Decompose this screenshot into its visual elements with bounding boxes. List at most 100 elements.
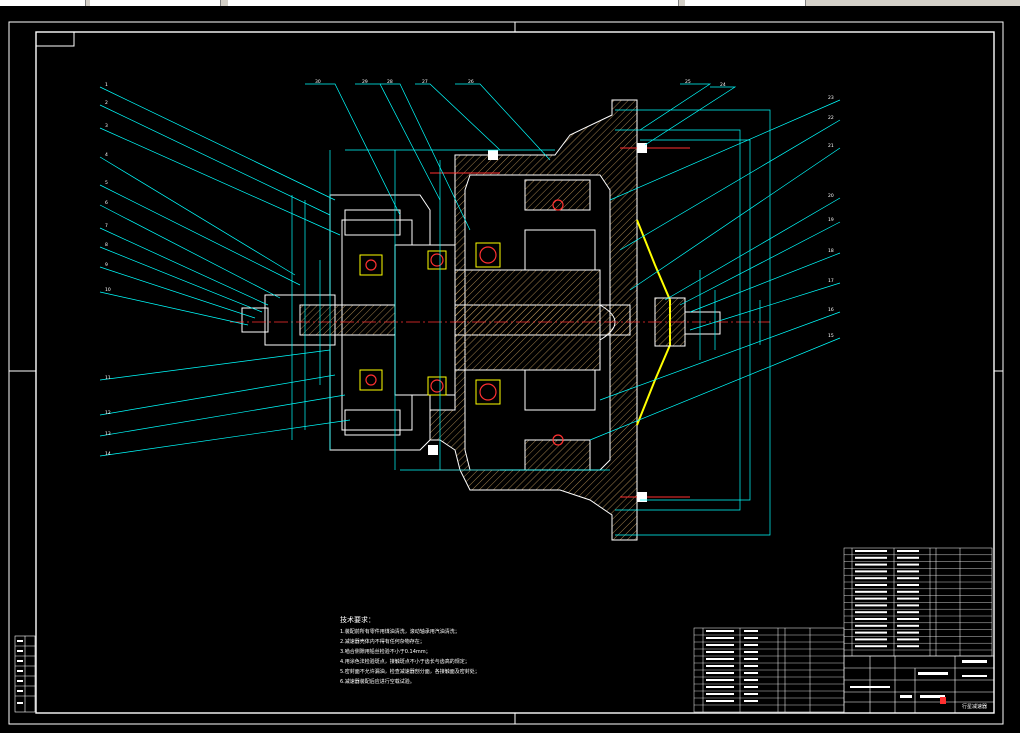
title-block-stamp [940, 697, 946, 704]
table-cell-text [855, 597, 887, 600]
svg-text:27: 27 [422, 79, 428, 85]
table-cell-text [855, 638, 887, 641]
table-cell-text [897, 631, 919, 634]
table-cell-text [744, 686, 758, 688]
table-cell-text [897, 570, 919, 573]
table-cell-text [706, 693, 734, 695]
table-cell-text [706, 637, 734, 639]
table-cell-text [855, 584, 887, 586]
table-cell-text [706, 686, 734, 688]
table-cell-text [897, 590, 919, 593]
table-cell-text [706, 644, 734, 646]
svg-text:3.啮合侧隙用铅丝检验不小于0.14mm；: 3.啮合侧隙用铅丝检验不小于0.14mm； [340, 648, 431, 655]
table-cell-text [855, 563, 887, 566]
svg-text:18: 18 [828, 248, 834, 254]
table-cell-text [855, 624, 887, 627]
svg-text:6: 6 [105, 200, 108, 206]
svg-text:29: 29 [362, 79, 368, 85]
technical-notes: 技术要求： 1.装配前所有零件用煤油清洗，滚动轴承用汽油清洗； 2.减速器壳体内… [340, 615, 480, 685]
cad-drawing[interactable]: 1 2 3 4 5 6 7 8 9 10 11 12 13 14 30 29 2… [0, 6, 1020, 733]
table-cell-text [897, 638, 919, 641]
svg-text:30: 30 [315, 79, 321, 85]
table-cell-text [744, 637, 758, 639]
table-cell-text [897, 550, 919, 552]
svg-text:13: 13 [105, 431, 111, 437]
assembly-section-view[interactable]: 1 2 3 4 5 6 7 8 9 10 11 12 13 14 30 29 2… [99, 79, 841, 541]
upper-planet-gear [524, 179, 591, 211]
svg-text:10: 10 [105, 287, 111, 293]
svg-text:4.用涂色法检验斑点，接触斑点不小于齿长与齿高的规定；: 4.用涂色法检验斑点，接触斑点不小于齿长与齿高的规定； [340, 658, 470, 665]
table-cell-text [744, 658, 758, 660]
input-shaft-end [241, 307, 269, 333]
planet-carrier [449, 269, 601, 371]
table-cell-text [855, 556, 887, 559]
table-cell-text [855, 604, 887, 607]
table-cell-text [706, 630, 734, 632]
table-cell-text [897, 645, 919, 648]
table-cell-text [897, 556, 919, 559]
table-cell-text [897, 584, 919, 586]
svg-text:3: 3 [105, 123, 108, 129]
table-cell-text [897, 563, 919, 566]
table-cell-text [855, 645, 887, 648]
left-column-marks [17, 640, 23, 704]
corner-code-box [35, 31, 75, 47]
parts-list-lower-rows [694, 630, 844, 706]
table-cell-text [855, 618, 887, 620]
table-cell-text [706, 679, 734, 681]
table-cell-text [897, 604, 919, 607]
table-cell-text [855, 577, 887, 580]
svg-text:17: 17 [828, 278, 834, 284]
table-cell-text [744, 700, 758, 702]
svg-text:2: 2 [105, 100, 108, 106]
table-cell-text [744, 644, 758, 646]
svg-text:12: 12 [105, 410, 111, 416]
part-numbers-right: 23 22 21 20 19 18 17 16 15 [828, 95, 834, 339]
svg-text:15: 15 [828, 333, 834, 339]
table-cell-text [855, 631, 887, 634]
svg-text:23: 23 [828, 95, 834, 101]
table-cell-text [855, 590, 887, 593]
table-cell-text [897, 611, 919, 614]
svg-text:24: 24 [720, 82, 726, 88]
table-cell-text [744, 679, 758, 681]
drawing-canvas[interactable]: 1 2 3 4 5 6 7 8 9 10 11 12 13 14 30 29 2… [0, 6, 1020, 733]
table-cell-text [855, 550, 887, 552]
table-cell-text [897, 624, 919, 627]
svg-text:6.减速器装配后应进行空载试验。: 6.减速器装配后应进行空载试验。 [340, 678, 415, 685]
table-cell-text [706, 665, 734, 667]
svg-text:5: 5 [105, 180, 108, 186]
svg-text:1.装配前所有零件用煤油清洗，滚动轴承用汽油清洗；: 1.装配前所有零件用煤油清洗，滚动轴承用汽油清洗； [340, 628, 460, 635]
svg-text:9: 9 [105, 262, 108, 268]
svg-text:22: 22 [828, 115, 834, 121]
svg-text:21: 21 [828, 143, 834, 149]
svg-text:7: 7 [105, 223, 108, 229]
svg-text:19: 19 [828, 217, 834, 223]
svg-text:26: 26 [468, 79, 474, 85]
svg-text:5.密封面不允许漏油，检查减速器剖分面，各接触面及密封处；: 5.密封面不允许漏油，检查减速器剖分面，各接触面及密封处； [340, 668, 480, 675]
svg-text:28: 28 [387, 79, 393, 85]
svg-text:4: 4 [105, 152, 108, 158]
svg-text:25: 25 [685, 79, 691, 85]
svg-text:技术要求：: 技术要求： [340, 615, 375, 624]
part-numbers-top: 30 29 28 27 26 25 24 [315, 79, 726, 88]
svg-text:20: 20 [828, 193, 834, 199]
table-cell-text [897, 618, 919, 620]
svg-text:1: 1 [105, 82, 108, 88]
table-cell-text [706, 700, 734, 702]
table-cell-text [897, 597, 919, 600]
svg-text:8: 8 [105, 242, 108, 248]
table-cell-text [744, 665, 758, 667]
left-revision-column [14, 635, 36, 713]
table-cell-text [744, 672, 758, 674]
table-cell-text [706, 651, 734, 653]
svg-text:11: 11 [105, 375, 111, 381]
table-cell-text [855, 611, 887, 614]
parts-list-upper-rows [844, 550, 992, 651]
drawing-name: 行星减速器 [962, 703, 987, 710]
table-cell-text [855, 570, 887, 573]
svg-text:16: 16 [828, 307, 834, 313]
table-cell-text [744, 630, 758, 632]
table-cell-text [706, 672, 734, 674]
svg-text:2.减速器壳体内不得有任何杂物存在；: 2.减速器壳体内不得有任何杂物存在； [340, 638, 425, 645]
